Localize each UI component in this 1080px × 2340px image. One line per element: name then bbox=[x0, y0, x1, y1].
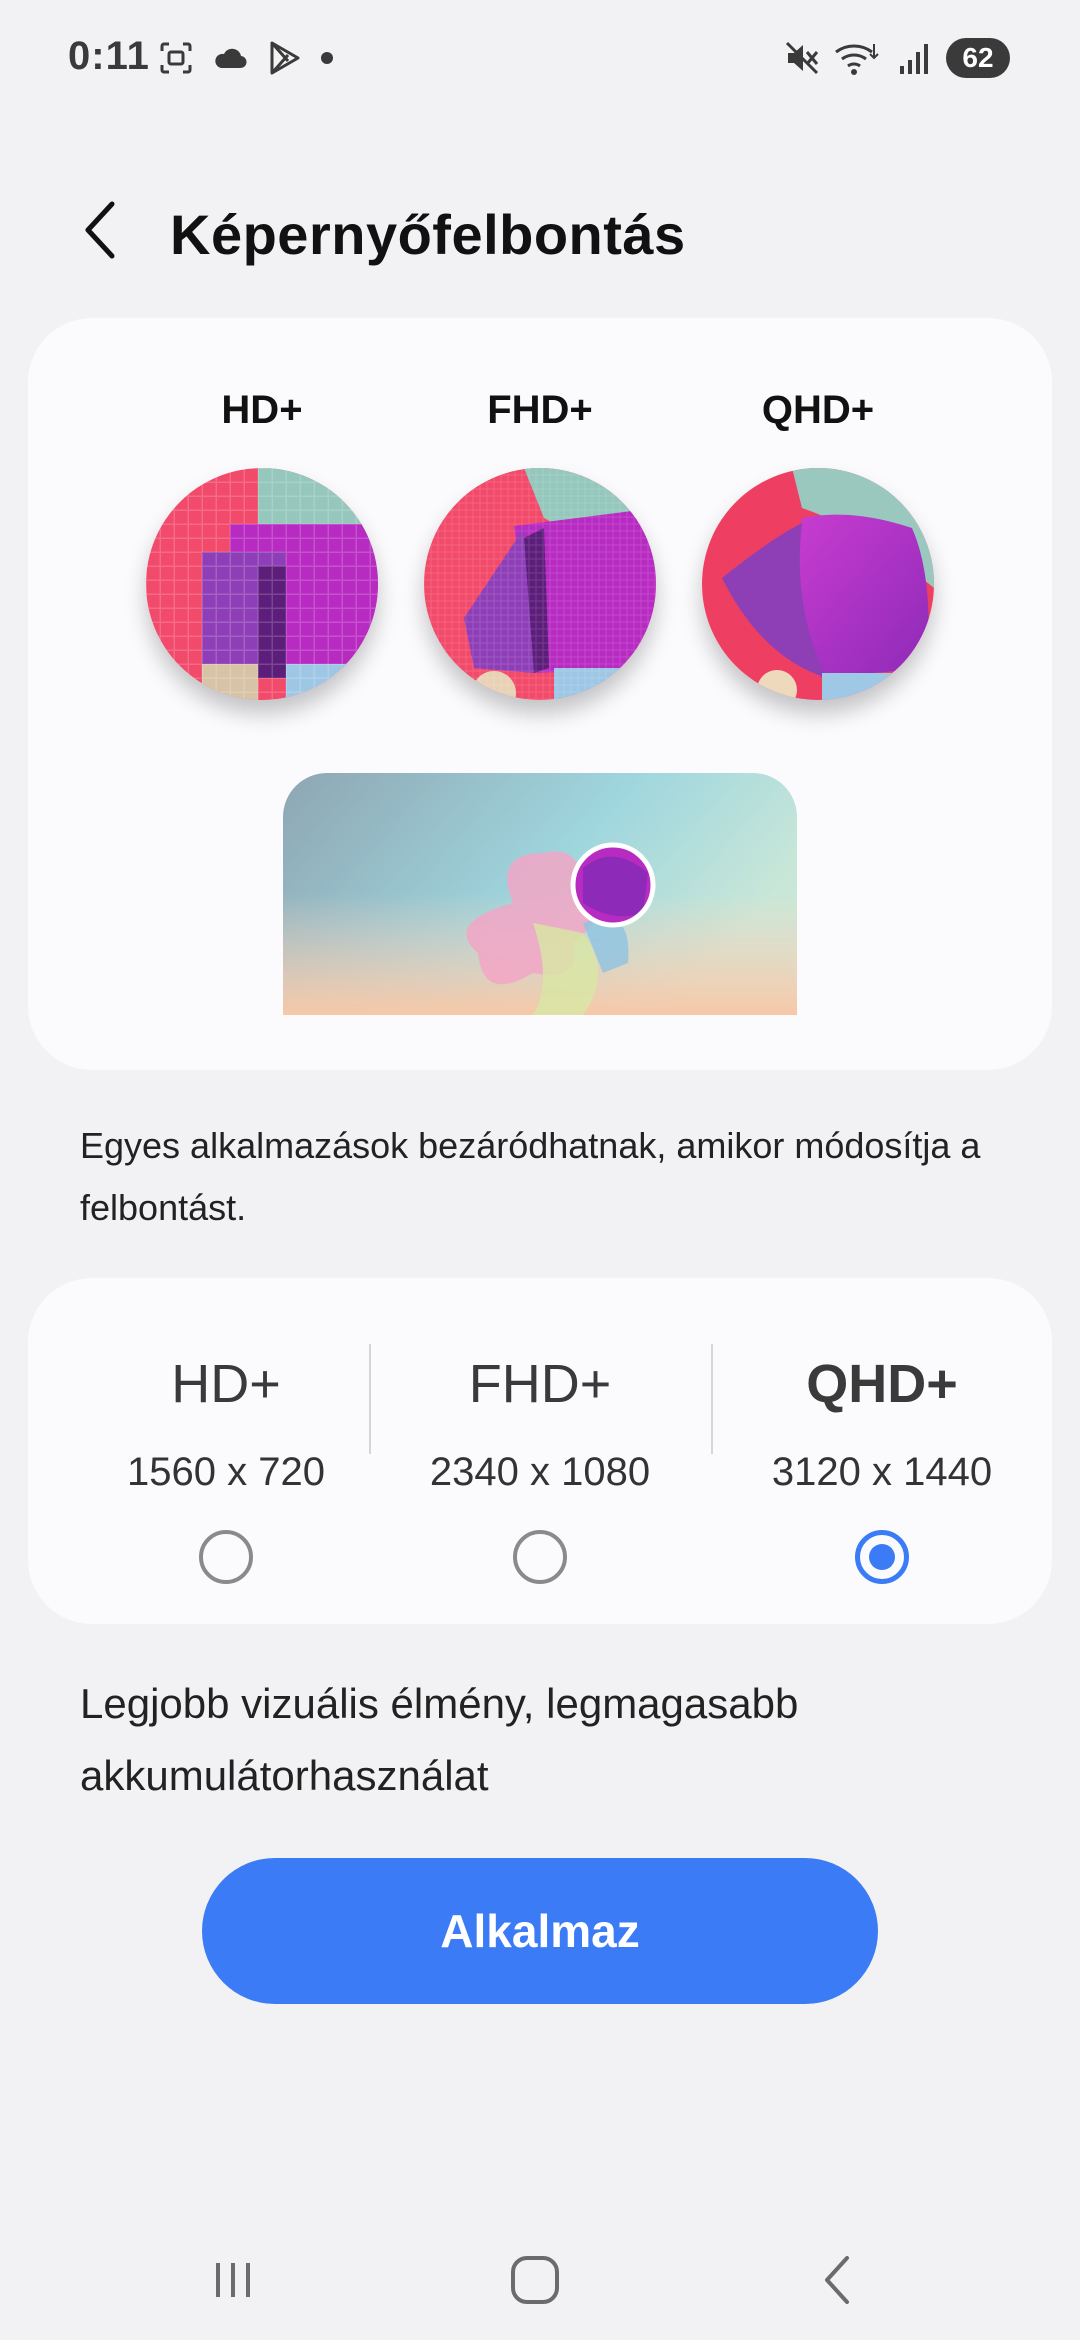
preview-fhd: FHD+ bbox=[420, 388, 660, 700]
preview-circle-hd bbox=[146, 468, 378, 700]
preview-hd: HD+ bbox=[142, 388, 382, 700]
resolution-card: HD+ 1560 x 720 FHD+ 2340 x 1080 QHD+ 312… bbox=[28, 1278, 1052, 1624]
back-button[interactable] bbox=[70, 198, 130, 262]
wallpaper-preview bbox=[283, 773, 797, 1015]
resolution-description: Legjobb vizuális élmény, legmagasabb akk… bbox=[80, 1680, 799, 1799]
resolution-option-hd[interactable]: HD+ 1560 x 720 bbox=[56, 1278, 396, 1624]
resolution-value: 2340 x 1080 bbox=[429, 1450, 651, 1494]
back-nav-button[interactable] bbox=[792, 2240, 882, 2320]
battery-badge: 62 bbox=[946, 38, 1010, 78]
resolution-name: HD+ bbox=[171, 1354, 281, 1414]
resolution-option-qhd[interactable]: QHD+ 3120 x 1440 bbox=[712, 1278, 1052, 1624]
page-title: Képernyőfelbontás bbox=[170, 203, 686, 266]
resolution-name: FHD+ bbox=[468, 1354, 612, 1414]
screen: 0:11 62 Képernyőfelbontás HD+ FHD+ QHD+ … bbox=[0, 0, 1080, 2340]
recent-apps-button[interactable] bbox=[188, 2240, 278, 2320]
preview-label-fhd: FHD+ bbox=[487, 388, 593, 432]
resolution-name: QHD+ bbox=[806, 1354, 958, 1414]
radio-qhd[interactable] bbox=[855, 1530, 909, 1584]
play-store-icon bbox=[270, 41, 300, 75]
home-button[interactable] bbox=[490, 2240, 580, 2320]
header: Képernyőfelbontás bbox=[0, 180, 1080, 280]
warning-text: Egyes alkalmazások bezáródhatnak, amikor… bbox=[80, 1125, 981, 1228]
preview-circle-fhd bbox=[424, 468, 656, 700]
cloud-icon bbox=[215, 48, 247, 69]
apply-button[interactable]: Alkalmaz bbox=[202, 1858, 878, 2004]
screenshot-icon bbox=[160, 42, 192, 74]
preview-card: HD+ FHD+ QHD+ bbox=[28, 318, 1052, 1070]
resolution-option-fhd[interactable]: FHD+ 2340 x 1080 bbox=[370, 1278, 710, 1624]
status-time: 0:11 bbox=[68, 34, 150, 78]
back-icon bbox=[825, 2256, 849, 2304]
resolution-value: 3120 x 1440 bbox=[771, 1450, 993, 1494]
preview-label-hd: HD+ bbox=[221, 388, 303, 432]
status-bar: 0:11 62 bbox=[0, 0, 1080, 120]
signal-icon bbox=[900, 44, 928, 74]
resolution-value: 1560 x 720 bbox=[127, 1450, 325, 1494]
preview-label-qhd: QHD+ bbox=[761, 388, 875, 432]
preview-circle-qhd bbox=[702, 468, 934, 700]
radio-hd[interactable] bbox=[199, 1530, 253, 1584]
preview-qhd: QHD+ bbox=[698, 388, 938, 700]
dot-icon bbox=[321, 52, 333, 64]
radio-fhd[interactable] bbox=[513, 1530, 567, 1584]
mute-icon bbox=[785, 41, 819, 75]
recent-apps-icon bbox=[216, 2263, 250, 2297]
home-icon bbox=[511, 2256, 559, 2304]
wifi-icon bbox=[835, 44, 879, 75]
status-right-icons: 62 bbox=[784, 38, 1010, 78]
chevron-left-icon bbox=[85, 201, 115, 259]
navigation-bar bbox=[0, 2220, 1080, 2340]
status-left-icons bbox=[158, 40, 334, 76]
